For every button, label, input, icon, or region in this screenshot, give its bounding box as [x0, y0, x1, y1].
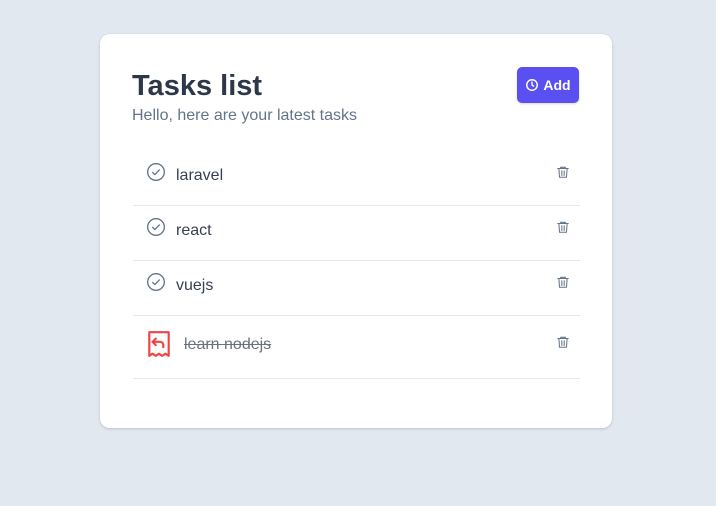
tasks-card: Tasks list Hello, here are your latest t…	[100, 34, 612, 428]
task-label: laravel	[176, 167, 224, 184]
task-label: vuejs	[176, 277, 214, 294]
trash-icon[interactable]	[555, 218, 571, 236]
add-task-label: Add	[543, 77, 571, 93]
task-item: laravel	[133, 151, 580, 206]
task-item: learn nodejs	[133, 316, 580, 379]
trash-icon[interactable]	[555, 163, 571, 181]
task-item: vuejs	[133, 261, 580, 316]
undo-receipt-icon[interactable]	[145, 330, 173, 358]
task-item: react	[133, 206, 580, 261]
task-label: react	[176, 222, 212, 239]
check-circle-icon[interactable]	[145, 216, 167, 238]
trash-icon[interactable]	[555, 333, 571, 351]
check-circle-icon[interactable]	[145, 161, 167, 183]
trash-icon[interactable]	[555, 273, 571, 291]
clock-icon	[525, 78, 539, 92]
task-list: laravel react vuejs learn nodejs	[133, 151, 580, 379]
add-task-button[interactable]: Add	[517, 67, 579, 103]
page-subtitle: Hello, here are your latest tasks	[132, 107, 357, 124]
task-label: learn nodejs	[184, 336, 272, 353]
check-circle-icon[interactable]	[145, 271, 167, 293]
page-title: Tasks list	[132, 70, 263, 102]
